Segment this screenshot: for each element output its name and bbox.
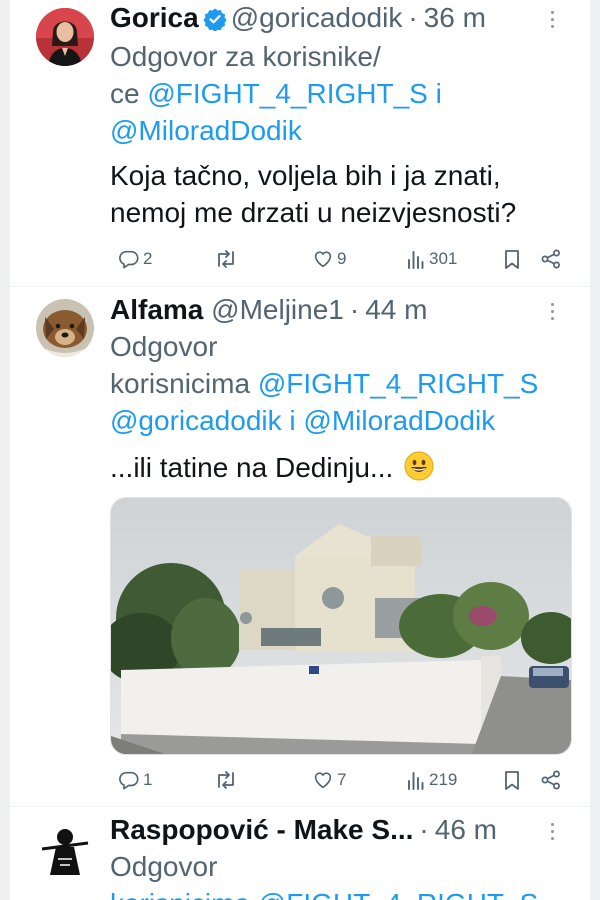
share-button[interactable]	[540, 765, 562, 795]
display-name[interactable]: Gorica	[110, 2, 199, 33]
tweet-body: Koja tačno, voljela bih i ja znati, nemo…	[110, 157, 570, 231]
like-count: 9	[337, 249, 347, 268]
like-button[interactable]: 7	[312, 765, 346, 795]
more-options-icon[interactable]	[540, 296, 564, 326]
timeline: Gorica @goricadodik · 36 m Odgovor za koris…	[10, 0, 590, 900]
bookmark-button[interactable]	[502, 765, 522, 795]
reply-count: 2	[143, 249, 153, 268]
tweet-header: Raspopović - Make S... · 46 m	[110, 812, 497, 848]
share-icon	[540, 769, 562, 791]
mention-link[interactable]: @FIGHT_4_RIGHT_S	[258, 368, 538, 399]
avatar-raspopovic[interactable]	[36, 819, 94, 877]
reply-context-line2[interactable]: korisnicima @FIGHT_4_RIGHT_S	[110, 885, 570, 900]
reply-icon	[118, 769, 140, 791]
reply-context-line1: Odgovor	[110, 851, 218, 882]
action-bar: 2 9 301	[110, 244, 570, 274]
tweet-photo-house[interactable]	[110, 497, 572, 755]
conjunction: i	[427, 78, 442, 109]
reply-count: 1	[143, 770, 153, 789]
tweet-alfama[interactable]: Alfama @Meljine1 · 44 m Odgovor korisnicim…	[10, 287, 590, 805]
retweet-button[interactable]	[214, 244, 238, 274]
tweet-header: Gorica @goricadodik · 36 m	[110, 0, 486, 36]
tweet-gorica[interactable]: Gorica @goricadodik · 36 m Odgovor za koris…	[10, 0, 590, 286]
action-bar: 1 7 219	[110, 765, 570, 795]
share-button[interactable]	[540, 244, 562, 274]
tweet-body-line1: Koja tačno, voljela bih i ja znati,	[110, 160, 501, 191]
reply-context-line1: Odgovor za korisnike/	[110, 41, 381, 72]
views-button[interactable]: 219	[406, 765, 457, 795]
reply-context-line3: @goricadodik i @MiloradDodik	[110, 402, 570, 439]
mention-link[interactable]: @MiloradDodik	[110, 115, 302, 146]
reply-context: Odgovor korisnicima @FIGHT_4_RIGHT_S @go…	[110, 328, 570, 439]
mention-link[interactable]: @goricadodik	[110, 405, 282, 436]
reply-context: Odgovor korisnicima @FIGHT_4_RIGHT_S	[110, 848, 570, 900]
reply-icon	[118, 248, 140, 270]
retweet-icon	[214, 248, 238, 270]
like-icon	[312, 769, 334, 791]
reply-prefix: ce	[110, 78, 148, 109]
reply-button[interactable]: 1	[118, 765, 152, 795]
mention-link[interactable]: @FIGHT_4_RIGHT_S	[147, 78, 427, 109]
views-button[interactable]: 301	[406, 244, 457, 274]
tweet-body: ...ili tatine na Dedinju...	[110, 449, 570, 490]
separator-dot: ·	[419, 814, 429, 845]
like-button[interactable]: 9	[312, 244, 346, 274]
reply-prefix: korisnicima	[110, 368, 258, 399]
display-name[interactable]: Alfama	[110, 294, 203, 325]
separator-dot: ·	[349, 294, 360, 325]
display-name[interactable]: Raspopović - Make S...	[110, 814, 413, 845]
tweet-header: Alfama @Meljine1 · 44 m	[110, 292, 427, 328]
view-count: 301	[429, 249, 458, 268]
user-handle[interactable]: @goricadodik	[231, 2, 403, 33]
bookmark-icon	[502, 769, 522, 791]
reply-context-line1: Odgovor	[110, 331, 218, 362]
timestamp[interactable]: 46 m	[435, 814, 497, 845]
tweet-body-line1: ...ili tatine na Dedinju...	[110, 452, 394, 483]
mention-link[interactable]: @MiloradDodik	[303, 405, 495, 436]
view-count: 219	[429, 770, 458, 789]
grinning-face-emoji	[404, 451, 434, 490]
reply-context-line2: korisnicima @FIGHT_4_RIGHT_S	[110, 365, 570, 402]
avatar-gorica[interactable]	[36, 8, 94, 66]
retweet-icon	[214, 769, 238, 791]
bookmark-button[interactable]	[502, 244, 522, 274]
verified-badge-icon	[203, 4, 227, 40]
reply-context-line2: ce @FIGHT_4_RIGHT_S i	[110, 75, 570, 112]
like-count: 7	[337, 770, 347, 789]
share-icon	[540, 248, 562, 270]
bookmark-icon	[502, 248, 522, 270]
tweet-raspopovic[interactable]: Raspopović - Make S...·46 m Odgovor kori…	[10, 807, 590, 900]
user-handle[interactable]: @Meljine1	[211, 294, 344, 325]
reply-context-line3: @MiloradDodik	[110, 112, 570, 149]
conjunction: i	[281, 405, 304, 436]
reply-button[interactable]: 2	[118, 244, 152, 274]
timestamp[interactable]: 44 m	[365, 294, 427, 325]
more-options-icon[interactable]	[540, 4, 564, 34]
views-icon	[406, 248, 426, 270]
avatar-alfama[interactable]	[36, 299, 94, 357]
timestamp[interactable]: 36 m	[424, 2, 486, 33]
more-options-icon[interactable]	[540, 816, 564, 846]
reply-context: Odgovor za korisnike/ ce @FIGHT_4_RIGHT_…	[110, 38, 570, 149]
like-icon	[312, 248, 334, 270]
separator-dot: ·	[408, 2, 418, 33]
views-icon	[406, 769, 426, 791]
retweet-button[interactable]	[214, 765, 238, 795]
tweet-body-line2: nemoj me drzati u neizvjesnosti?	[110, 197, 517, 228]
